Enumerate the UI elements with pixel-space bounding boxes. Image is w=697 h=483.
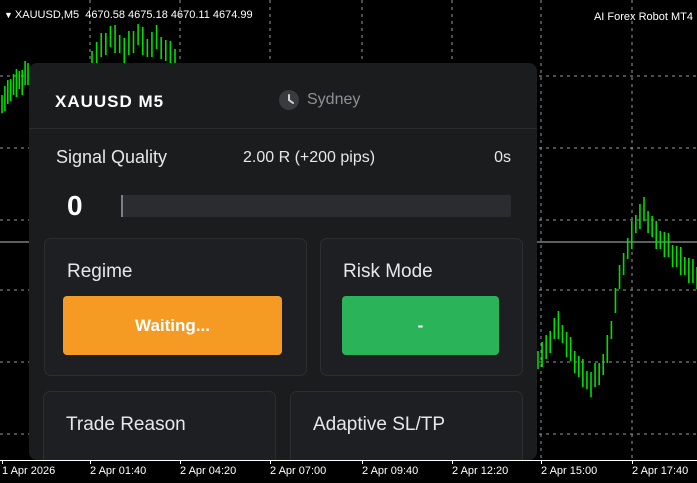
dropdown-arrow-icon[interactable]: ▼ — [4, 10, 13, 20]
x-axis-tick — [452, 460, 453, 464]
robot-name: AI Forex Robot MT4 — [593, 11, 693, 23]
signal-quality-time: 0s — [494, 149, 511, 166]
score-progress-bar — [121, 195, 511, 217]
x-axis-label: 1 Apr 2026 — [2, 465, 56, 477]
x-axis-label: 2 Apr 04:20 — [180, 465, 237, 477]
chart-symbol-info: ▼ XAUUSD,M5 4670.58 4675.18 4670.11 4674.… — [4, 9, 253, 21]
regime-title: Regime — [67, 261, 133, 282]
x-axis-tick — [180, 460, 181, 464]
adaptive-sltp-card: Adaptive SL/TP — [290, 391, 523, 460]
session-label: Sydney — [307, 91, 361, 108]
session-indicator: Sydney — [279, 90, 360, 110]
trade-reason-card: Trade Reason — [43, 391, 276, 460]
x-axis-tick — [362, 460, 363, 464]
x-axis-label: 2 Apr 12:20 — [452, 465, 509, 477]
risk-mode-title: Risk Mode — [343, 261, 433, 282]
time-axis: 1 Apr 2026 2 Apr 01:40 2 Apr 04:20 2 Apr 07… — [0, 460, 697, 483]
x-axis-label: 2 Apr 07:00 — [270, 465, 327, 477]
score-progress-fill — [121, 195, 123, 217]
chart-symbol-label: XAUUSD,M5 — [14, 9, 80, 21]
regime-status-badge: Waiting... — [63, 296, 282, 355]
signal-quality-value: 2.00 R (+200 pips) — [243, 149, 376, 166]
regime-card: Regime Waiting... — [44, 238, 307, 376]
x-axis-tick — [541, 460, 542, 464]
x-axis-label: 2 Apr 17:40 — [632, 465, 689, 477]
x-axis-label: 2 Apr 01:40 — [90, 465, 147, 477]
panel-header: XAUUSD M5 Sydney — [29, 63, 537, 129]
risk-mode-card: Risk Mode - — [320, 238, 523, 376]
score-value: 0 — [67, 190, 83, 221]
adaptive-sltp-title: Adaptive SL/TP — [313, 414, 446, 435]
x-axis-tick — [2, 460, 3, 464]
signal-quality-label: Signal Quality — [56, 147, 168, 167]
panel-symbol: XAUUSD M5 — [55, 92, 165, 111]
x-axis-tick — [90, 460, 91, 464]
signal-panel: XAUUSD M5 Sydney Signal Quality 2.00 R (… — [29, 63, 537, 460]
trade-reason-title: Trade Reason — [66, 414, 186, 435]
clock-icon — [279, 90, 299, 110]
x-axis-tick — [632, 460, 633, 464]
x-axis-label: 2 Apr 15:00 — [541, 465, 598, 477]
x-axis-label: 2 Apr 09:40 — [362, 465, 419, 477]
x-axis-tick — [270, 460, 271, 464]
chart-ohlc: 4670.58 4675.18 4670.11 4674.99 — [85, 9, 253, 21]
risk-mode-status-badge: - — [342, 296, 499, 355]
